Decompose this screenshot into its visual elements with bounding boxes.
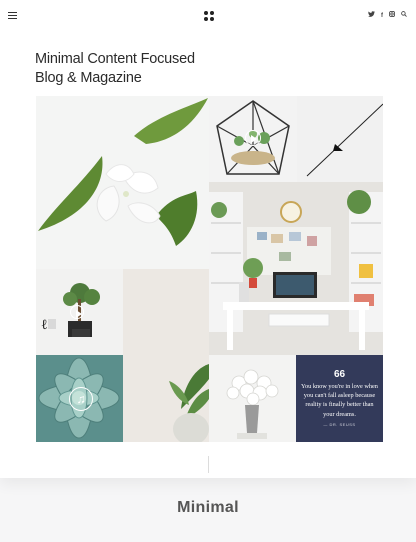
video-play-icon[interactable] <box>70 305 84 319</box>
photo-succulent[interactable]: ♫ <box>36 355 123 442</box>
menu-icon[interactable] <box>8 12 17 19</box>
instagram-icon[interactable] <box>389 11 395 20</box>
twitter-icon[interactable] <box>368 11 375 20</box>
theme-preview-card[interactable]: f Minimal Content Focused Blog & Magazin… <box>0 0 416 478</box>
facebook-icon[interactable]: f <box>381 12 383 20</box>
photo-plant-wall[interactable] <box>123 269 209 442</box>
quote-author: — DR. SEUSS <box>323 422 356 427</box>
quote-mark-icon: 66 <box>333 369 346 380</box>
top-bar: f <box>0 0 416 32</box>
quote-card[interactable]: 66 You know you're in love when you can'… <box>296 355 383 442</box>
video-play-icon[interactable] <box>245 130 261 146</box>
headline-line-1: Minimal Content Focused <box>35 51 195 67</box>
quote-text: You know you're in love when you can't f… <box>301 383 378 418</box>
social-links: f <box>368 11 407 20</box>
theme-label[interactable]: Minimal <box>0 499 416 517</box>
photo-white-flower[interactable] <box>36 96 209 269</box>
headline-line-2: Blog & Magazine <box>33 70 144 86</box>
hero-headline: Minimal Content Focused Blog & Magazine <box>33 50 235 88</box>
svg-text:ℓ: ℓ <box>41 318 48 333</box>
divider <box>208 456 209 473</box>
logo-icon[interactable] <box>204 11 215 22</box>
photo-clock-hand[interactable] <box>297 96 383 182</box>
photo-terrarium[interactable] <box>209 96 297 182</box>
search-icon[interactable] <box>401 11 407 20</box>
photo-workspace[interactable] <box>209 182 383 355</box>
audio-music-icon[interactable]: ♫ <box>69 387 93 411</box>
photo-bonsai[interactable]: ℓ <box>36 269 123 355</box>
photo-white-flowers-vase[interactable] <box>209 355 296 442</box>
